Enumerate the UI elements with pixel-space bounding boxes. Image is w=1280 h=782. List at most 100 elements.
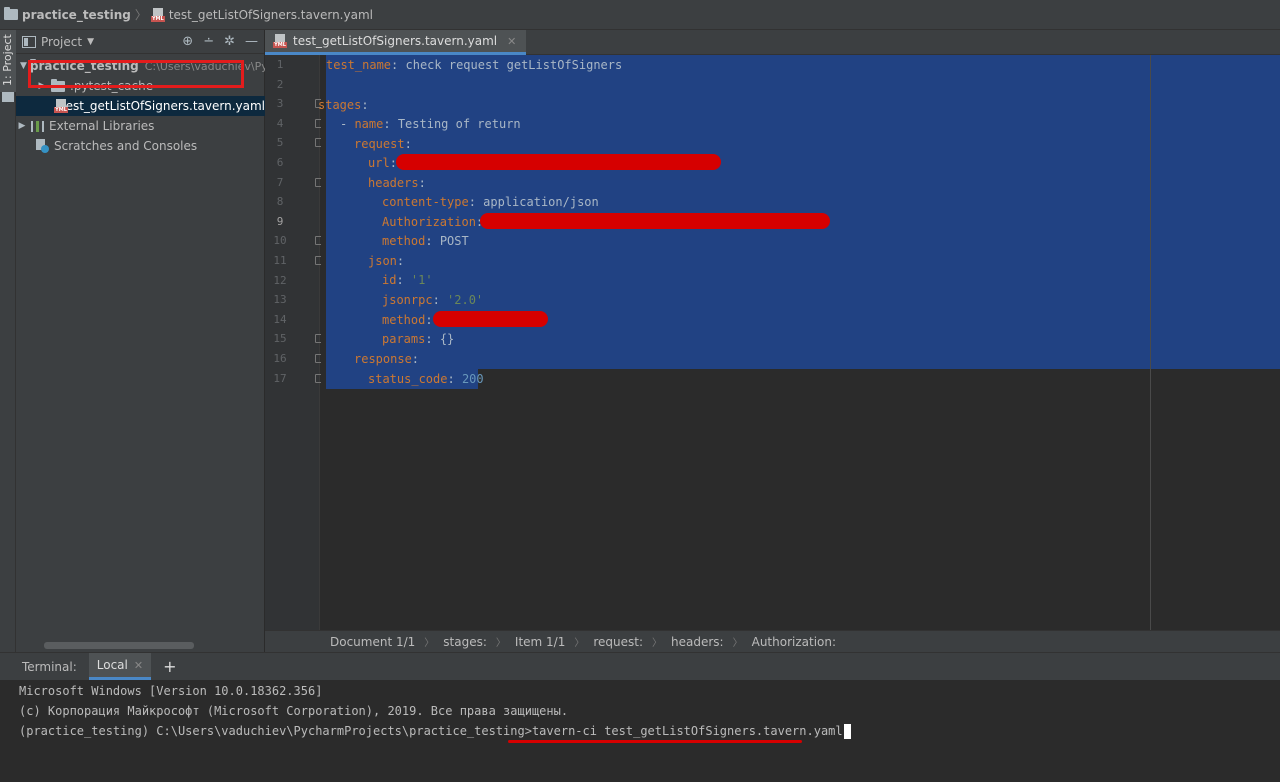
breadcrumb-separator: 〉: [424, 638, 435, 649]
hide-icon[interactable]: —: [245, 34, 258, 49]
code-line-10: method: POST: [382, 234, 469, 248]
line-number: 12: [273, 273, 287, 287]
editor-tab-bar: YML test_getListOfSigners.tavern.yaml ✕: [265, 30, 1280, 55]
code-line-7: headers:: [368, 176, 426, 190]
terminal-tab-label: Local: [96, 658, 128, 672]
nav-project-label: practice_testing: [22, 7, 131, 22]
line-number: 13: [273, 293, 287, 307]
breadcrumb-stages[interactable]: stages:: [443, 635, 487, 649]
tree-item-pytest-cache[interactable]: ▶ .pytest_cache: [36, 76, 153, 96]
annotation-underline: [508, 740, 802, 743]
line-number: 2: [276, 77, 284, 91]
breadcrumb-headers[interactable]: headers:: [671, 635, 724, 649]
tree-item-project-root[interactable]: ▼ practice_testing C:\Users\vaduchiev\Py: [20, 56, 268, 76]
code-line-12: id: '1': [382, 273, 433, 287]
redaction-authorization: [480, 213, 830, 229]
project-tool-tab[interactable]: 1: Project: [0, 30, 16, 92]
folder-icon: [51, 78, 65, 92]
expand-right-icon[interactable]: ▶: [16, 121, 28, 131]
terminal-label: Terminal:: [22, 659, 77, 674]
tree-external-libraries-label: External Libraries: [49, 119, 155, 133]
editor-breadcrumbs: Document 1/1 〉 stages: 〉 Item 1/1 〉 requ…: [265, 630, 1280, 652]
nav-file-label: test_getListOfSigners.tavern.yaml: [168, 7, 373, 22]
line-number: 16: [273, 352, 287, 365]
line-number: 15: [273, 332, 287, 346]
horizontal-scrollbar[interactable]: [44, 642, 194, 649]
code-line-11: json:: [368, 254, 405, 268]
editor-gutter[interactable]: 1 2 3 4 5 6 7 8 9 10 11 12 13 14 15 16 17: [265, 55, 323, 630]
close-icon[interactable]: ✕: [134, 659, 143, 672]
redaction-url: [396, 154, 721, 170]
code-editor[interactable]: test_name: check request getListOfSigner…: [318, 55, 1280, 630]
tree-root-label: practice_testing: [29, 59, 139, 73]
line-number: 10: [273, 234, 287, 248]
line-number: 1: [276, 58, 284, 71]
tree-item-scratches[interactable]: Scratches and Consoles: [35, 136, 197, 156]
yaml-file-icon: YML: [150, 7, 165, 22]
yaml-file-icon: YML: [54, 99, 68, 113]
code-line-9: Authorization:: [382, 215, 483, 229]
add-terminal-icon[interactable]: +: [163, 657, 176, 676]
right-margin-guide: [1150, 55, 1151, 630]
collapse-all-icon[interactable]: ∸: [203, 34, 214, 49]
folder-icon: [4, 7, 18, 20]
nav-crumb-file[interactable]: YML test_getListOfSigners.tavern.yaml: [150, 7, 373, 22]
libraries-icon: [31, 120, 44, 132]
gear-icon[interactable]: ✲: [224, 34, 235, 49]
code-line-15: params: {}: [382, 332, 455, 346]
breadcrumb-separator: 〉: [574, 638, 585, 649]
breadcrumb-document[interactable]: Document 1/1: [330, 635, 415, 649]
tree-root-path: C:\Users\vaduchiev\Py: [144, 59, 268, 73]
breadcrumb-request[interactable]: request:: [593, 635, 643, 649]
line-number: 5: [276, 136, 284, 150]
code-line-6: url:: [368, 156, 397, 170]
code-line-13: jsonrpc: '2.0': [382, 293, 484, 307]
code-line-16: response:: [354, 352, 420, 366]
project-panel: Project ▼ ⊕ ∸ ✲ — ▼ practice_testing C:\…: [16, 30, 268, 652]
expand-down-icon[interactable]: ▼: [20, 61, 27, 71]
tab-test-file[interactable]: YML test_getListOfSigners.tavern.yaml ✕: [265, 30, 527, 55]
code-line-8: content-type: application/json: [382, 195, 599, 209]
text-cursor: [843, 724, 851, 739]
tree-scratches-label: Scratches and Consoles: [54, 139, 198, 153]
project-view-dropdown[interactable]: Project: [41, 35, 82, 49]
project-view-icon: [22, 35, 36, 48]
close-icon[interactable]: ✕: [507, 35, 516, 48]
breadcrumb-separator: 〉: [732, 638, 743, 649]
tree-selected-file-label: test_getListOfSigners.tavern.yaml: [60, 99, 265, 113]
line-number: 8: [276, 195, 284, 209]
navigation-bar: practice_testing 〉 YML test_getListOfSig…: [0, 0, 1280, 30]
locate-icon[interactable]: ⊕: [182, 34, 193, 49]
code-line-1: test_name: check request getListOfSigner…: [326, 58, 623, 72]
folder-icon: [2, 92, 14, 102]
terminal-prompt: (practice_testing) C:\Users\vaduchiev\Py…: [19, 724, 532, 738]
terminal-input-line[interactable]: (practice_testing) C:\Users\vaduchiev\Py…: [19, 722, 851, 740]
project-panel-header: Project ▼ ⊕ ∸ ✲ —: [16, 30, 264, 54]
editor-tab-label: test_getListOfSigners.tavern.yaml: [293, 34, 498, 48]
breadcrumb-separator: 〉: [652, 638, 663, 649]
breadcrumb-item[interactable]: Item 1/1: [515, 635, 565, 649]
code-line-3: stages:: [318, 98, 369, 112]
expand-right-icon[interactable]: ▶: [36, 81, 48, 91]
line-number: 17: [273, 371, 287, 385]
left-tool-strip: 1: Project: [0, 30, 16, 652]
terminal-output-line: (c) Корпорация Майкрософт (Microsoft Cor…: [19, 704, 569, 718]
tree-item-external-libraries[interactable]: ▶ External Libraries: [16, 116, 155, 136]
chevron-down-icon[interactable]: ▼: [87, 37, 94, 47]
project-tool-tab-label: 1: Project: [1, 34, 14, 86]
nav-crumb-project[interactable]: practice_testing: [4, 7, 131, 22]
code-line-17: status_code: 200: [368, 372, 484, 386]
terminal-command: tavern-ci test_getListOfSigners.tavern.y…: [531, 724, 843, 738]
yaml-file-icon: YML: [273, 34, 287, 48]
line-number: 7: [276, 175, 284, 189]
scratches-icon: [35, 139, 49, 153]
line-number: 3: [276, 97, 284, 111]
terminal-header: Terminal: Local ✕ +: [0, 653, 1280, 680]
line-number: 9: [276, 214, 284, 228]
tab-terminal-local[interactable]: Local ✕: [88, 653, 152, 680]
line-number: 6: [276, 156, 284, 169]
code-line-4: - name: Testing of return: [340, 117, 521, 131]
tree-item-selected-file[interactable]: YML test_getListOfSigners.tavern.yaml: [16, 96, 265, 116]
breadcrumb-authorization[interactable]: Authorization:: [752, 635, 836, 649]
breadcrumb-separator: 〉: [495, 638, 506, 649]
